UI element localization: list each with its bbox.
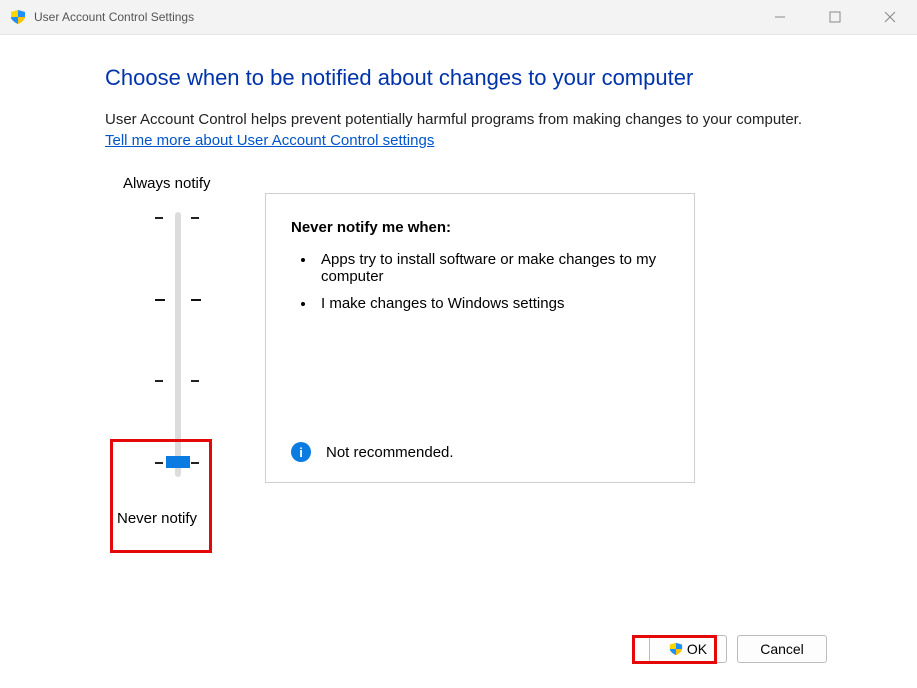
description-list: Apps try to install software or make cha…: [316, 251, 674, 312]
slider-tick: [155, 217, 163, 219]
status-text: Not recommended.: [326, 444, 454, 461]
learn-more-link[interactable]: Tell me more about User Account Control …: [105, 132, 434, 149]
slider-tick: [191, 217, 199, 219]
page-heading: Choose when to be notified about changes…: [105, 65, 827, 91]
slider-tick: [191, 380, 199, 382]
slider-tick: [155, 380, 163, 382]
slider-bottom-label: Never notify: [117, 510, 827, 527]
description-bullet: I make changes to Windows settings: [316, 295, 674, 312]
info-icon: i: [291, 442, 311, 462]
page-subtext: User Account Control helps prevent poten…: [105, 111, 827, 128]
annotation-highlight-slider: [110, 439, 212, 553]
maximize-button[interactable]: [807, 0, 862, 34]
slider-tick: [191, 299, 201, 301]
slider-track: [175, 212, 181, 477]
titlebar: User Account Control Settings: [0, 0, 917, 35]
cancel-button[interactable]: Cancel: [737, 635, 827, 663]
slider-top-label: Always notify: [123, 175, 827, 192]
status-row: i Not recommended.: [291, 442, 454, 462]
annotation-highlight-ok: [632, 635, 717, 664]
window-controls: [752, 0, 917, 34]
slider-area: Always notify Never notify Never notify …: [105, 175, 827, 527]
uac-shield-icon: [10, 9, 26, 25]
description-panel: Never notify me when: Apps try to instal…: [265, 193, 695, 483]
slider-tick: [155, 299, 165, 301]
cancel-button-label: Cancel: [760, 641, 804, 657]
minimize-button[interactable]: [752, 0, 807, 34]
description-title: Never notify me when:: [291, 219, 674, 236]
description-bullet: Apps try to install software or make cha…: [316, 251, 674, 285]
window-title: User Account Control Settings: [34, 10, 752, 24]
close-button[interactable]: [862, 0, 917, 34]
